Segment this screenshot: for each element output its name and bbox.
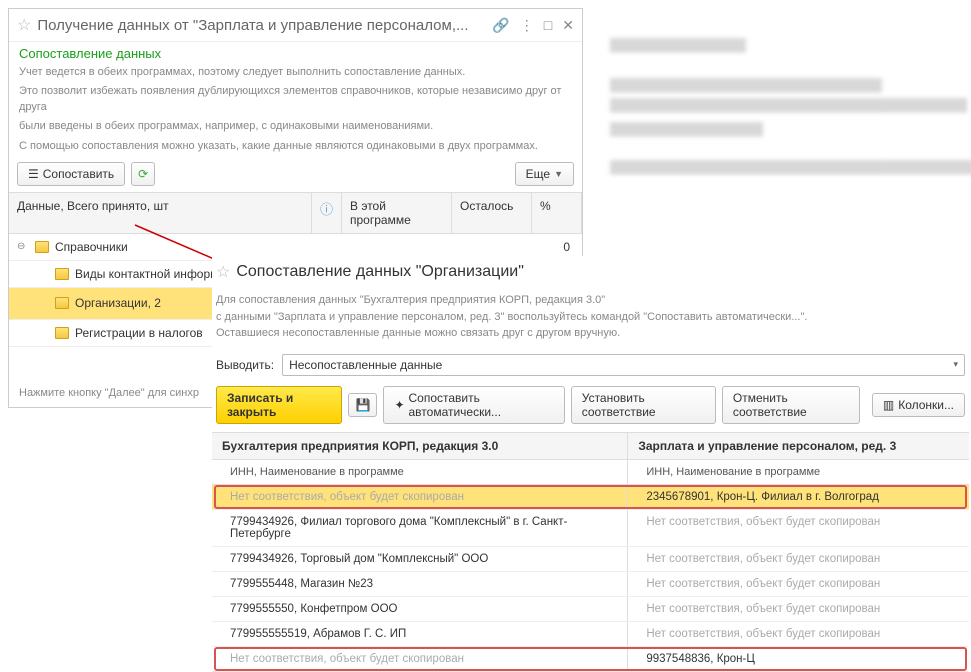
subtitle: Сопоставление данных: [9, 42, 582, 63]
th-left: Осталось: [452, 193, 532, 233]
toolbar: Записать и закрыть 💾 ✦ Сопоставить автома…: [212, 384, 969, 432]
favorite-star-icon[interactable]: ☆: [17, 15, 31, 35]
more-button[interactable]: Еще ▼: [515, 162, 574, 186]
cell-right: Нет соответствия, объект будет скопирова…: [628, 547, 969, 571]
cancel-match-button[interactable]: Отменить соответствие: [722, 386, 860, 424]
filter-select[interactable]: Несопоставленные данные ▾: [282, 354, 965, 376]
th-inprog: В этой программе: [342, 193, 452, 233]
list-icon: ☰: [28, 167, 39, 181]
titlebar: ☆ Получение данных от "Зарплата и управл…: [9, 9, 582, 42]
favorite-star-icon[interactable]: ☆: [216, 262, 230, 282]
row-label: Справочники: [55, 240, 128, 254]
save-close-button[interactable]: Записать и закрыть: [216, 386, 342, 424]
maximize-icon[interactable]: □: [544, 17, 552, 34]
filter-row: Выводить: Несопоставленные данные ▾: [212, 350, 969, 384]
row-info: [312, 241, 342, 253]
desc-block: Для сопоставления данных "Бухгалтерия пр…: [212, 292, 969, 350]
chevron-down-icon: ▾: [953, 359, 958, 370]
th-info-icon: ⓘ: [312, 193, 342, 233]
table-body: Нет соответствия, объект будет скопирова…: [212, 485, 969, 672]
toolbar: ☰ Сопоставить ⟳ Еще ▼: [9, 156, 582, 192]
cell-right: 2345678901, Крон-Ц. Филиал в г. Волгогра…: [628, 485, 969, 509]
btn-label: Установить соответствие: [582, 391, 705, 419]
table-subheader: ИНН, Наименование в программе ИНН, Наиме…: [212, 460, 969, 485]
footer-hint: Нажмите кнопку "Далее" для синхр: [19, 387, 199, 399]
row-label: Организации, 2: [75, 296, 161, 310]
cell-left: 7799555550, Конфетпром ООО: [212, 597, 628, 621]
cell-right: 9937548836, Крон-Ц: [628, 647, 969, 671]
cell-left: 7799555448, Магазин №23: [212, 572, 628, 596]
btn-label: Колонки...: [898, 398, 954, 412]
auto-match-button[interactable]: ✦ Сопоставить автоматически...: [383, 386, 564, 424]
wand-icon: ✦: [394, 398, 404, 412]
compare-button[interactable]: ☰ Сопоставить: [17, 162, 125, 186]
table-row[interactable]: 779955555519, Абрамов Г. С. ИПНет соотве…: [212, 622, 969, 647]
refresh-icon: ⟳: [138, 167, 148, 181]
table-row[interactable]: 7799434926, Торговый дом "Комплексный" О…: [212, 547, 969, 572]
item-icon: [55, 297, 69, 309]
table-row[interactable]: 7799555550, Конфетпром ОООНет соответств…: [212, 597, 969, 622]
sub-col1: ИНН, Наименование в программе: [212, 460, 628, 484]
desc-line: С помощью сопоставления можно указать, к…: [9, 137, 582, 156]
save-button[interactable]: 💾: [348, 393, 377, 417]
btn-label: Сопоставить автоматически...: [409, 391, 554, 419]
refresh-button[interactable]: ⟳: [131, 162, 155, 186]
window-title: Получение данных от "Зарплата и управлен…: [37, 17, 492, 34]
cell-left: Нет соответствия, объект будет скопирова…: [212, 485, 628, 509]
columns-icon: ▥: [883, 398, 894, 412]
table-header: Бухгалтерия предприятия КОРП, редакция 3…: [212, 432, 969, 460]
collapse-icon[interactable]: ⊖: [17, 241, 29, 252]
desc-line: с данными "Зарплата и управление персона…: [216, 309, 965, 326]
compare-label: Сопоставить: [43, 167, 114, 181]
table-row[interactable]: 7799555448, Магазин №23Нет соответствия,…: [212, 572, 969, 597]
cell-right: Нет соответствия, объект будет скопирова…: [628, 510, 969, 546]
columns-button[interactable]: ▥ Колонки...: [872, 393, 965, 417]
close-icon[interactable]: ✕: [562, 17, 574, 34]
cell-left: 779955555519, Абрамов Г. С. ИП: [212, 622, 628, 646]
filter-value: Несопоставленные данные: [289, 358, 442, 372]
chevron-down-icon: ▼: [554, 169, 563, 179]
folder-icon: [35, 241, 49, 253]
window-mapping: ☆ Сопоставление данных "Организации" Для…: [212, 256, 969, 672]
desc-line: Для сопоставления данных "Бухгалтерия пр…: [216, 292, 965, 309]
row-inprog: [342, 241, 452, 253]
titlebar: ☆ Сопоставление данных "Организации": [212, 256, 969, 292]
table-header: Данные, Всего принято, шт ⓘ В этой прогр…: [9, 192, 582, 234]
more-label: Еще: [526, 167, 550, 181]
btn-label: Записать и закрыть: [227, 391, 331, 419]
cell-left: Нет соответствия, объект будет скопирова…: [212, 647, 628, 671]
table-row[interactable]: Нет соответствия, объект будет скопирова…: [212, 647, 969, 672]
link-icon[interactable]: 🔗: [492, 17, 509, 34]
desc-line: Это позволит избежать появления дублирую…: [9, 82, 582, 117]
floppy-icon: 💾: [355, 398, 370, 412]
item-icon: [55, 327, 69, 339]
table-row[interactable]: Нет соответствия, объект будет скопирова…: [212, 485, 969, 510]
btn-label: Отменить соответствие: [733, 391, 849, 419]
row-left: [452, 241, 532, 253]
cell-right: Нет соответствия, объект будет скопирова…: [628, 597, 969, 621]
th-col1: Бухгалтерия предприятия КОРП, редакция 3…: [212, 433, 628, 459]
sub-col2: ИНН, Наименование в программе: [628, 460, 969, 484]
cell-left: 7799434926, Торговый дом "Комплексный" О…: [212, 547, 628, 571]
item-icon: [55, 268, 69, 280]
cell-right: Нет соответствия, объект будет скопирова…: [628, 622, 969, 646]
desc-line: Учет ведется в обеих программах, поэтому…: [9, 63, 582, 82]
desc-line: были введены в обеих программах, наприме…: [9, 117, 582, 136]
window-title: Сопоставление данных "Организации": [236, 263, 965, 281]
th-pct: %: [532, 193, 582, 233]
menu-icon[interactable]: ⋮: [520, 17, 534, 34]
th-col2: Зарплата и управление персоналом, ред. 3: [628, 433, 969, 459]
filter-label: Выводить:: [216, 358, 274, 372]
desc-line: Оставшиеся несопоставленные данные можно…: [216, 325, 965, 342]
table-row[interactable]: 7799434926, Филиал торгового дома "Компл…: [212, 510, 969, 547]
cell-left: 7799434926, Филиал торгового дома "Компл…: [212, 510, 628, 546]
set-match-button[interactable]: Установить соответствие: [571, 386, 716, 424]
row-label: Регистрации в налогов: [75, 326, 203, 340]
th-data: Данные, Всего принято, шт: [9, 193, 312, 233]
cell-right: Нет соответствия, объект будет скопирова…: [628, 572, 969, 596]
